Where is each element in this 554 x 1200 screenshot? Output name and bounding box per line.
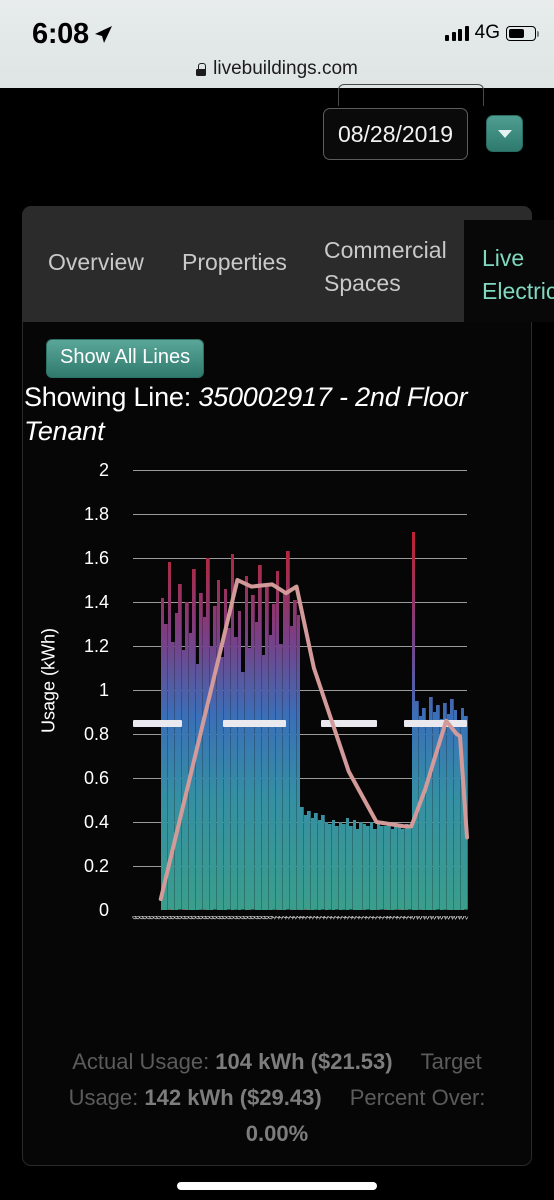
tab-bar: Overview Properties Commercial Spaces Li…: [22, 206, 554, 322]
percent-over-value: 0.00%: [245, 1121, 309, 1146]
y-axis-ticks: 2 1.8 1.6 1.4 1.2 1 0.8 0.6 0.4 0.2 0: [49, 460, 109, 920]
y-tick-label: 1.8: [83, 504, 109, 524]
y-tick-label: 1.4: [83, 592, 109, 612]
y-tick-label: 1.6: [83, 548, 109, 568]
y-tick-label: 0.8: [83, 724, 109, 744]
tab-live-electric[interactable]: Live Electric: [464, 220, 554, 322]
home-indicator: [177, 1182, 377, 1190]
date-picker-row: 08/28/2019: [0, 108, 554, 166]
status-indicators: 4G: [445, 22, 539, 44]
show-all-lines-button[interactable]: Show All Lines: [46, 339, 205, 378]
date-input[interactable]: 08/28/2019: [323, 108, 468, 160]
browser-url-bar[interactable]: livebuildings.com: [0, 50, 554, 88]
dashboard-card: Overview Properties Commercial Spaces Li…: [22, 206, 554, 1166]
target-usage-value: 142 kWh ($29.43): [144, 1085, 322, 1110]
tab-properties[interactable]: Properties: [182, 246, 287, 279]
status-time: 6:08: [32, 18, 89, 50]
x-axis-tick-labels: 00:0000:1500:3000:4501:0001:1501:3001:45…: [124, 916, 484, 964]
chart-panel: Show All Lines Showing Line: 350002917 -…: [22, 322, 532, 1166]
actual-usage-value: 104 kWh ($21.53): [215, 1049, 393, 1074]
tab-overview[interactable]: Overview: [48, 246, 144, 279]
y-tick-label: 0.4: [83, 812, 109, 832]
percent-over-label: Percent Over:: [349, 1085, 486, 1110]
y-tick-label: 1.2: [83, 636, 109, 656]
location-arrow-icon: [95, 26, 112, 43]
actual-usage-label: Actual Usage:: [72, 1049, 216, 1074]
clipped-field-above: [338, 84, 484, 106]
y-tick-label: 2: [98, 460, 109, 480]
url-text: livebuildings.com: [213, 58, 358, 79]
usage-chart: Usage (kWh) 2 1.8 1.6 1.4 1.2 1 0.8 0.6 0.4 0.2 0 …: [24, 460, 532, 1030]
showing-line-prefix: Showing Line:: [24, 382, 199, 412]
y-tick-label: 0: [98, 900, 109, 920]
comparison-line-series: [158, 578, 469, 901]
lock-icon: [196, 62, 207, 76]
network-type-label: 4G: [474, 22, 500, 43]
page-content: 08/28/2019 Overview Properties Commercia…: [0, 84, 554, 1200]
cellular-signal-icon: [445, 25, 469, 41]
y-tick-label: 0.6: [83, 768, 109, 788]
showing-line-heading: Showing Line: 350002917 - 2nd Floor Tena…: [24, 380, 524, 448]
y-tick-label: 0.2: [83, 856, 109, 876]
battery-icon: [506, 25, 539, 41]
chevron-down-icon: [497, 129, 512, 138]
plot-area: [133, 470, 469, 910]
tab-commercial-spaces[interactable]: Commercial Spaces: [324, 234, 447, 300]
y-tick-label: 1: [98, 680, 109, 700]
date-dropdown-button[interactable]: [486, 115, 523, 152]
usage-summary: Actual Usage: 104 kWh ($21.53) Target Usa…: [35, 1044, 519, 1152]
